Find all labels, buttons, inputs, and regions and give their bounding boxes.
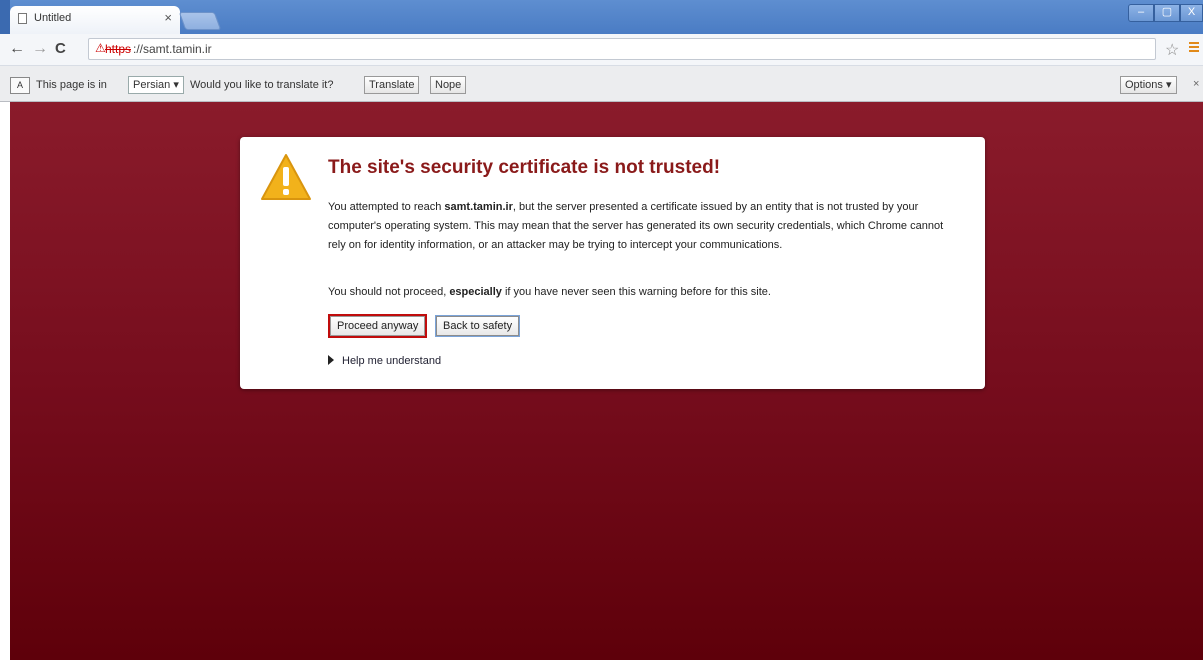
translate-icon: A bbox=[10, 77, 30, 94]
advice-suffix: if you have never seen this warning befo… bbox=[501, 286, 771, 298]
bookmark-star-icon[interactable]: ☆ bbox=[1165, 40, 1179, 60]
help-link-label: Help me understand bbox=[342, 355, 442, 367]
url-host: ://samt.tamin.ir bbox=[133, 42, 212, 56]
expand-triangle-icon bbox=[328, 355, 334, 365]
title-bar: Untitled × – ▢ X bbox=[0, 0, 1203, 34]
infobar-close-icon[interactable]: × bbox=[1193, 78, 1199, 90]
new-tab-button[interactable] bbox=[178, 12, 222, 30]
help-me-understand-link[interactable]: Help me understand bbox=[328, 355, 441, 367]
translate-button[interactable]: Translate bbox=[364, 76, 420, 94]
host-name: samt.tamin.ir bbox=[444, 201, 513, 213]
window-edge bbox=[0, 0, 10, 34]
back-to-safety-button[interactable]: Back to safety bbox=[434, 315, 521, 337]
minimize-button[interactable]: – bbox=[1128, 4, 1154, 22]
page-title: The site's security certificate is not t… bbox=[328, 157, 721, 178]
reload-icon[interactable]: C bbox=[55, 40, 66, 57]
infobar-question: Would you like to translate it? bbox=[190, 79, 334, 91]
proceed-anyway-button[interactable]: Proceed anyway bbox=[327, 314, 428, 338]
warning-icon bbox=[261, 154, 311, 200]
tab-close-icon[interactable]: × bbox=[164, 10, 172, 25]
url-scheme: https bbox=[105, 42, 132, 56]
back-arrow-icon[interactable]: ← bbox=[9, 40, 25, 58]
explanation-prefix: You attempted to reach bbox=[328, 201, 445, 213]
broken-lock-icon: ⚠ bbox=[95, 41, 106, 55]
maximize-button[interactable]: ▢ bbox=[1154, 4, 1180, 22]
advice-prefix: You should not proceed, bbox=[328, 286, 450, 298]
options-button[interactable]: Options ▾ bbox=[1120, 76, 1177, 94]
menu-icon[interactable] bbox=[1189, 40, 1199, 54]
ssl-interstitial-page: The site's security certificate is not t… bbox=[10, 102, 1203, 660]
tab-title: Untitled bbox=[34, 12, 72, 24]
browser-tab[interactable]: Untitled × bbox=[10, 6, 180, 34]
advice-text: You should not proceed, especially if yo… bbox=[328, 283, 948, 302]
browser-toolbar: ← → C ⚠ https ://samt.tamin.ir bbox=[0, 34, 1203, 66]
page-icon bbox=[18, 13, 27, 24]
address-bar[interactable]: ⚠ https ://samt.tamin.ir bbox=[88, 38, 1156, 60]
advice-emphasis: especially bbox=[449, 286, 502, 298]
forward-arrow-icon[interactable]: → bbox=[32, 40, 48, 58]
explanation-text: You attempted to reach samt.tamin.ir, bu… bbox=[328, 198, 948, 255]
nope-button[interactable]: Nope bbox=[430, 76, 467, 94]
close-window-button[interactable]: X bbox=[1180, 4, 1203, 22]
warning-card: The site's security certificate is not t… bbox=[240, 137, 985, 389]
infobar-text-prefix: This page is in bbox=[36, 79, 107, 91]
language-select[interactable]: Persian ▾ bbox=[128, 76, 184, 94]
translate-infobar: A This page is in Persian ▾ Would you li… bbox=[0, 66, 1203, 102]
